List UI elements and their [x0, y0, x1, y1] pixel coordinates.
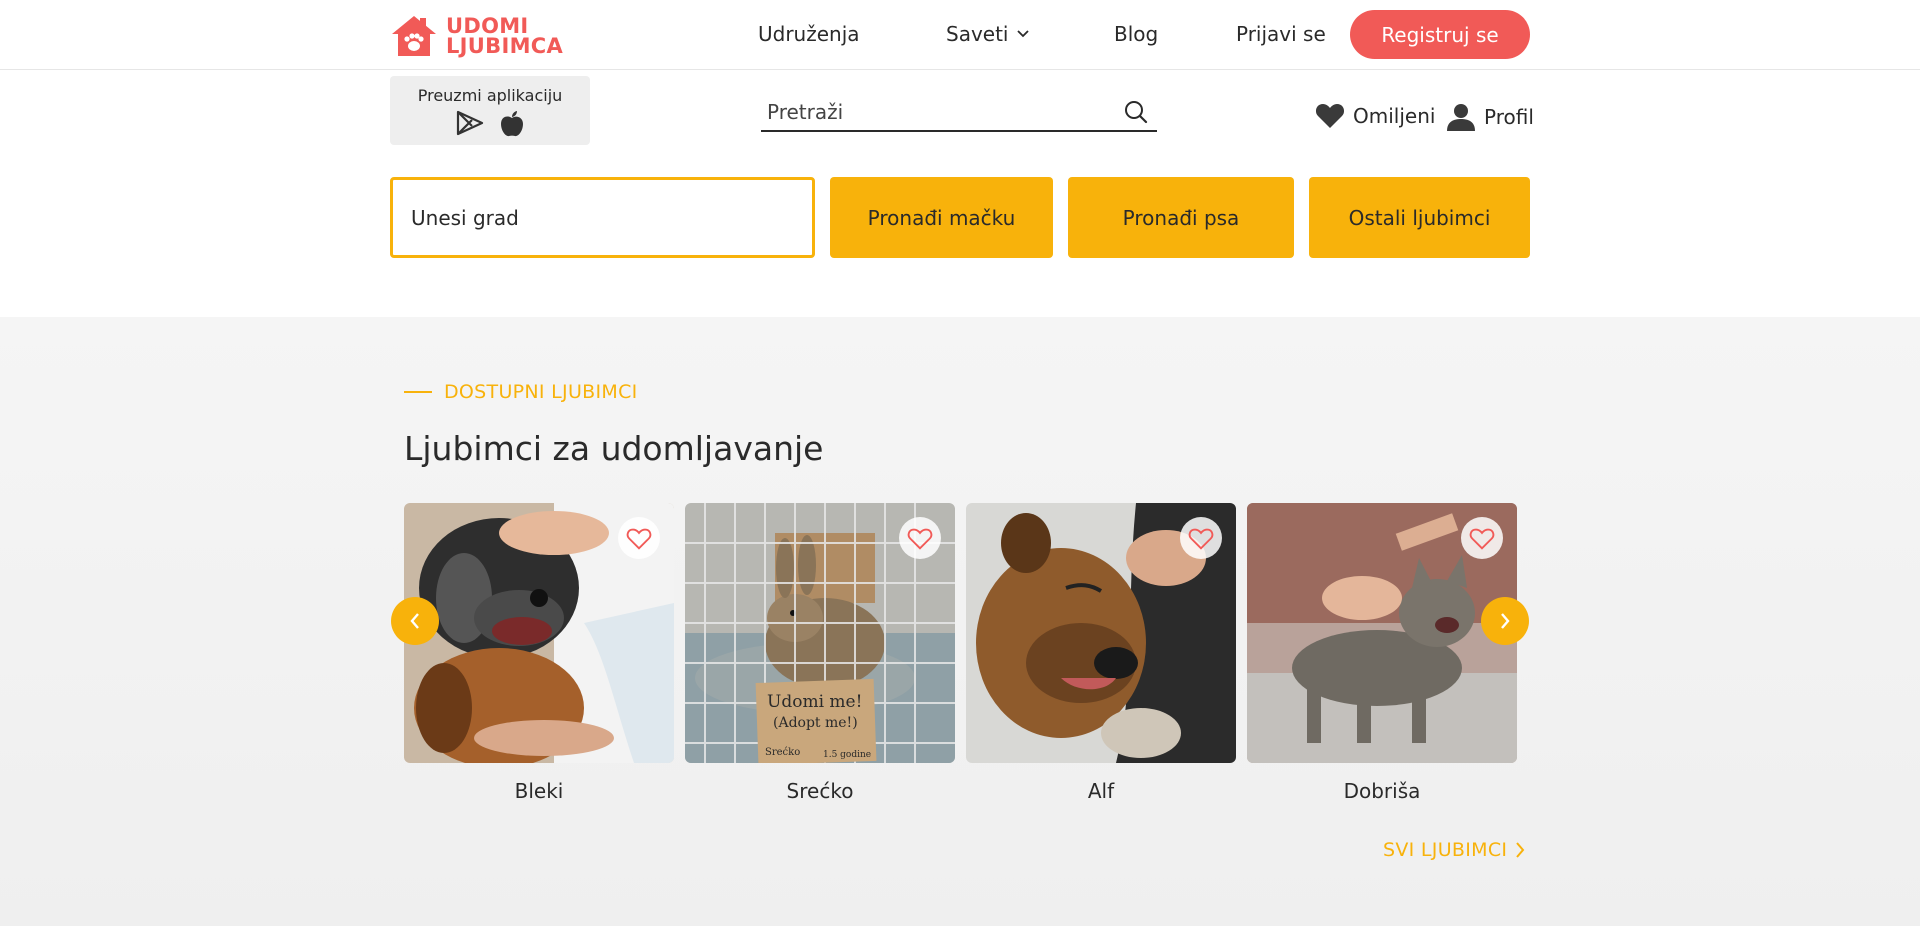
section-title: Ljubimci za udomljavanje — [404, 429, 824, 468]
all-pets-label: SVI LJUBIMCI — [1383, 839, 1508, 861]
favorite-button[interactable] — [899, 517, 941, 559]
chevron-right-icon — [1516, 842, 1525, 858]
heart-outline-icon — [626, 528, 652, 550]
eyebrow-label: DOSTUPNI LJUBIMCI — [444, 381, 638, 403]
pet-photo[interactable] — [966, 503, 1236, 763]
find-cat-button[interactable]: Pronađi mačku — [830, 177, 1053, 258]
favorite-button[interactable] — [1461, 517, 1503, 559]
app-store-icons — [390, 110, 590, 138]
chevron-right-icon — [1501, 613, 1510, 629]
logo-text: UDOMI LJUBIMCA — [446, 14, 564, 58]
chevron-down-icon — [1016, 30, 1029, 38]
logo-line-2: LJUBIMCA — [446, 34, 564, 58]
google-play-icon[interactable] — [455, 110, 485, 136]
register-button[interactable]: Registruj se — [1350, 10, 1530, 59]
nav-blog[interactable]: Blog — [1114, 22, 1158, 46]
search-icon[interactable] — [1123, 99, 1149, 125]
section-eyebrow: DOSTUPNI LJUBIMCI — [404, 381, 638, 403]
carousel-next-button[interactable] — [1481, 597, 1529, 645]
pet-card-srecko[interactable]: Udomi me! (Adopt me!) Srećko 1.5 godine … — [685, 503, 955, 803]
sign-line-2: (Adopt me!) — [773, 715, 858, 731]
profile-link[interactable]: Profil — [1446, 102, 1534, 132]
city-input[interactable] — [390, 177, 815, 258]
favorites-label: Omiljeni — [1353, 103, 1436, 128]
nav-tips-dropdown[interactable]: Saveti — [946, 22, 1029, 46]
carousel-prev-button[interactable] — [391, 597, 439, 645]
search-input[interactable] — [761, 97, 1101, 127]
pets-section: DOSTUPNI LJUBIMCI Ljubimci za udomljavan… — [0, 317, 1920, 926]
logo-line-1: UDOMI — [446, 14, 529, 38]
sign-age: 1.5 godine — [823, 750, 871, 760]
login-link[interactable]: Prijavi se — [1236, 22, 1326, 46]
find-dog-button[interactable]: Pronađi psa — [1068, 177, 1294, 258]
pet-photo[interactable] — [1247, 503, 1517, 763]
sign-line-1: Udomi me! — [767, 692, 862, 712]
pet-card-alf[interactable]: Alf — [966, 503, 1236, 803]
sign-name: Srećko — [765, 747, 800, 758]
favorite-button[interactable] — [1180, 517, 1222, 559]
user-icon — [1447, 104, 1475, 131]
house-paw-icon — [392, 16, 436, 56]
search-bar — [761, 97, 1157, 132]
app-download-box: Preuzmi aplikaciju — [390, 76, 590, 145]
pet-photo[interactable]: Udomi me! (Adopt me!) Srećko 1.5 godine — [685, 503, 955, 763]
pet-card-bleki[interactable]: Bleki — [404, 503, 674, 803]
eyebrow-line — [404, 391, 432, 393]
heart-icon — [1315, 104, 1345, 128]
pet-name[interactable]: Dobriša — [1247, 779, 1517, 803]
favorite-button[interactable] — [618, 517, 660, 559]
nav-associations[interactable]: Udruženja — [758, 22, 860, 46]
pet-photo[interactable] — [404, 503, 674, 763]
pet-name[interactable]: Alf — [966, 779, 1236, 803]
app-download-title: Preuzmi aplikaciju — [417, 86, 563, 105]
nav-tips-label: Saveti — [946, 22, 1009, 46]
favorites-link[interactable]: Omiljeni — [1315, 102, 1435, 129]
all-pets-link[interactable]: SVI LJUBIMCI — [1383, 839, 1525, 861]
other-pets-button[interactable]: Ostali ljubimci — [1309, 177, 1530, 258]
pet-name[interactable]: Bleki — [404, 779, 674, 803]
heart-outline-icon — [1469, 528, 1495, 550]
heart-outline-icon — [1188, 528, 1214, 550]
apple-icon[interactable] — [499, 110, 525, 138]
logo[interactable]: UDOMI LJUBIMCA — [390, 14, 563, 58]
top-navigation: UDOMI LJUBIMCA Udruženja Saveti Blog Pri… — [0, 0, 1920, 70]
pet-name[interactable]: Srećko — [685, 779, 955, 803]
pet-card-dobrisa[interactable]: Dobriša — [1247, 503, 1517, 803]
heart-outline-icon — [907, 528, 933, 550]
profile-label: Profil — [1484, 105, 1534, 129]
chevron-left-icon — [410, 613, 419, 629]
